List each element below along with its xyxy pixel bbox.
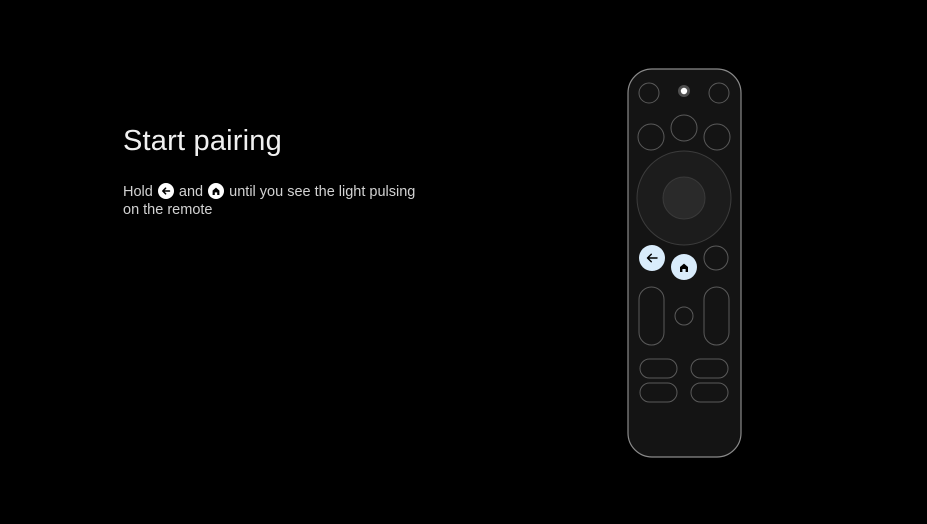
pairing-instructions: Hold and until you see the light pulsing…: [123, 183, 423, 219]
back-button-highlight: [639, 245, 665, 271]
profile-button: [703, 123, 731, 151]
status-light-icon: [678, 85, 690, 97]
page-title: Start pairing: [123, 125, 282, 157]
assistant-button: [637, 123, 665, 151]
instruction-prefix: Hold: [123, 184, 153, 200]
mute-button: [703, 245, 729, 271]
home-button-highlight: [671, 254, 697, 280]
home-button-icon: [208, 183, 225, 199]
power-button: [638, 82, 660, 104]
instruction-and: and: [178, 184, 204, 200]
channel-rocker: [703, 286, 730, 346]
shortcut-button-1: [639, 358, 678, 379]
shortcut-button-2: [690, 358, 729, 379]
dpad-center: [662, 176, 706, 220]
remote-illustration: [627, 68, 742, 458]
volume-rocker: [638, 286, 665, 346]
shortcut-button-4: [690, 382, 729, 403]
settings-button: [670, 114, 698, 142]
shortcut-button-3: [639, 382, 678, 403]
input-button: [708, 82, 730, 104]
back-button-icon: [157, 183, 174, 199]
small-center-button: [674, 306, 694, 326]
